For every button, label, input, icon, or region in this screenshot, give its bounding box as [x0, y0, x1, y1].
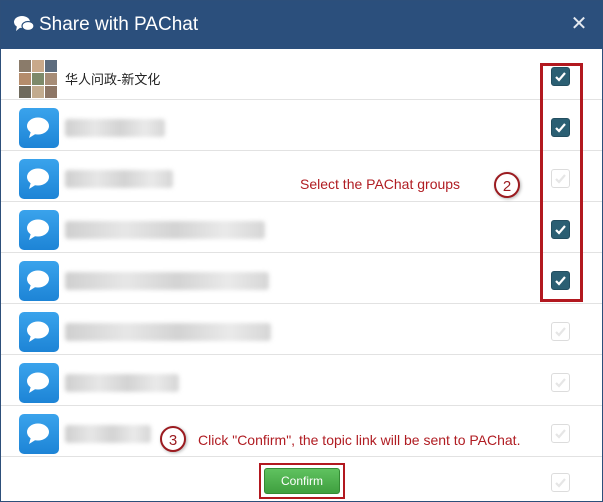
group-row[interactable] — [1, 100, 602, 151]
group-checkbox[interactable] — [551, 67, 570, 86]
dialog-title: Share with PAChat — [39, 14, 199, 35]
group-row[interactable] — [1, 304, 602, 355]
group-name-redacted — [65, 425, 151, 443]
group-row[interactable] — [1, 202, 602, 253]
step3-annotation-text: Click "Confirm", the topic link will be … — [198, 432, 521, 448]
chat-bubble-icon — [27, 168, 49, 189]
dialog-title-bar: Share with PAChat ✕ — [1, 1, 602, 49]
group-row[interactable] — [1, 253, 602, 304]
checkmark-icon — [555, 429, 566, 439]
chat-bubble-icon — [27, 321, 49, 342]
chat-bubble-icon — [27, 423, 49, 444]
group-name: 华人问政-新文化 — [65, 72, 161, 87]
confirm-button[interactable]: Confirm — [264, 468, 340, 494]
group-avatar — [19, 108, 59, 148]
group-checkbox[interactable] — [551, 424, 570, 443]
checkmark-icon — [555, 72, 566, 82]
group-checkbox[interactable] — [551, 118, 570, 137]
close-button[interactable]: ✕ — [568, 11, 590, 37]
chat-bubble-icon — [27, 372, 49, 393]
chat-bubble-icon — [27, 219, 49, 240]
confirm-highlight-box: Confirm — [259, 463, 345, 499]
checkmark-icon — [555, 327, 566, 337]
step2-number-badge: 2 — [494, 172, 520, 198]
group-name-redacted — [65, 170, 173, 188]
group-checkbox[interactable] — [551, 220, 570, 239]
group-avatar — [19, 261, 59, 301]
group-checkbox[interactable] — [551, 322, 570, 341]
group-checkbox[interactable] — [551, 473, 570, 492]
chat-bubble-icon — [27, 270, 49, 291]
group-name-redacted — [65, 272, 269, 290]
group-name-redacted — [65, 119, 165, 137]
close-icon: ✕ — [570, 13, 588, 35]
step3-number-badge: 3 — [160, 426, 186, 452]
group-avatar — [19, 210, 59, 250]
group-name-redacted — [65, 323, 271, 341]
chat-bubble-icon — [27, 117, 49, 138]
group-checkbox[interactable] — [551, 271, 570, 290]
group-row[interactable] — [1, 355, 602, 406]
group-avatar — [19, 414, 59, 454]
checkmark-icon — [555, 123, 566, 133]
checkmark-icon — [555, 478, 566, 488]
group-name-redacted — [65, 221, 265, 239]
checkmark-icon — [555, 378, 566, 388]
checkmark-icon — [555, 174, 566, 184]
step2-annotation-text: Select the PAChat groups — [300, 176, 461, 192]
chat-bubbles-icon — [14, 16, 35, 32]
group-avatar — [19, 363, 59, 403]
group-avatar — [19, 60, 57, 98]
group-name-redacted — [65, 374, 179, 392]
share-dialog: Share with PAChat ✕ 华人问政-新文化 Select the … — [0, 0, 603, 502]
group-checkbox[interactable] — [551, 169, 570, 188]
group-row[interactable]: 华人问政-新文化 — [1, 49, 602, 100]
group-avatar — [19, 312, 59, 352]
group-checkbox[interactable] — [551, 373, 570, 392]
group-avatar — [19, 159, 59, 199]
checkmark-icon — [555, 276, 566, 286]
checkmark-icon — [555, 225, 566, 235]
